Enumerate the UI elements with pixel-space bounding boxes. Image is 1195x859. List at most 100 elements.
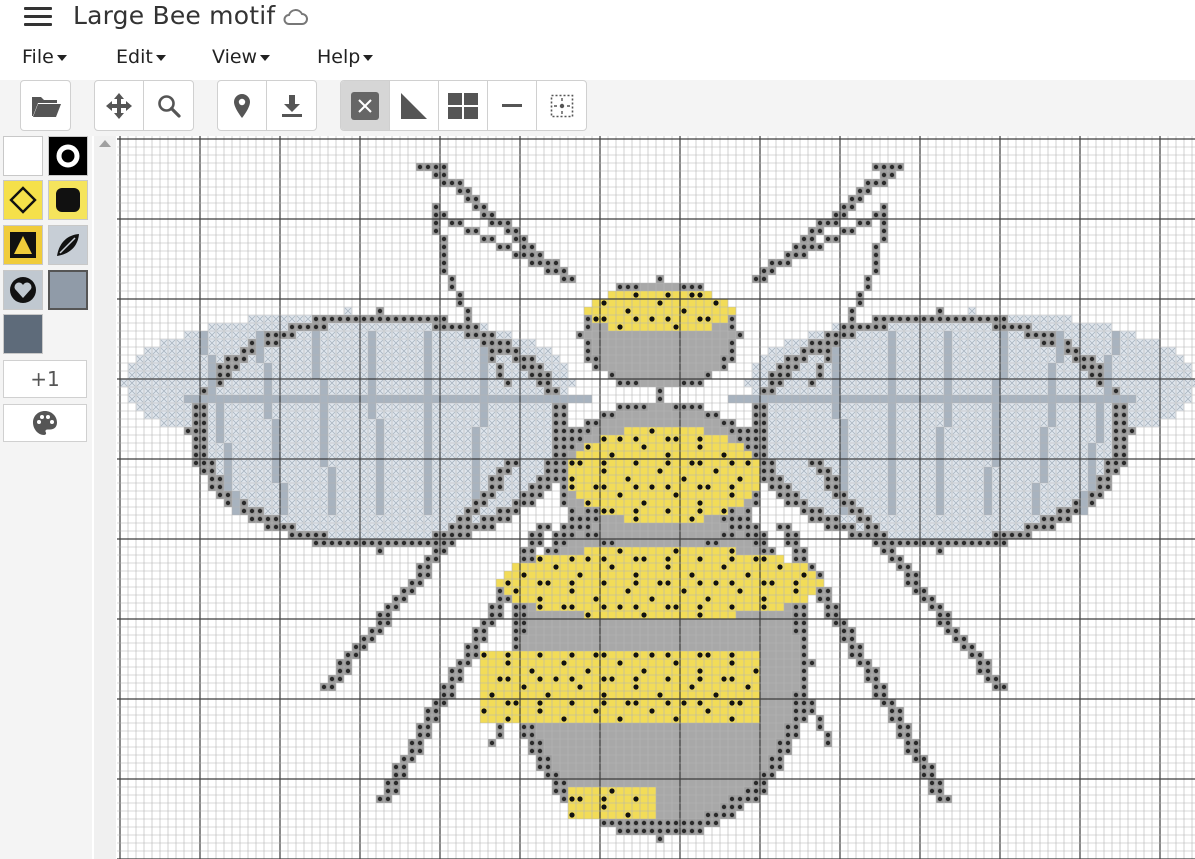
stitch-symbol [569,436,575,442]
stitch-symbol [809,348,815,354]
menu-file[interactable]: File [22,46,67,68]
stitch-symbol [873,260,879,266]
stitch [680,467,688,475]
swatch-yellow-diamond[interactable] [3,180,43,220]
stitch-symbol [721,452,727,458]
download-button[interactable] [267,81,316,130]
stitch-symbol [505,468,511,474]
stitch [648,411,656,419]
stitch [576,475,584,483]
pattern-canvas[interactable] [117,136,1195,859]
stitch [656,475,664,483]
stitch [640,467,648,475]
stitch [672,355,680,363]
heart-icon [10,277,36,303]
stitch [688,411,696,419]
stitch-symbol [561,460,567,466]
colors-button[interactable] [3,404,87,442]
stitch-symbol [785,372,791,378]
stitch-symbol [201,404,207,410]
place-marker-button[interactable] [218,81,267,130]
quarter-stitch-button[interactable] [439,81,488,130]
menu-edit[interactable]: Edit [116,46,166,68]
vertical-scrollbar[interactable] [94,136,116,859]
stitch-symbol [673,404,679,410]
scroll-up-arrow-icon[interactable] [99,140,111,147]
stitch [672,411,680,419]
stitch [664,299,672,307]
stitch-symbol [697,404,703,410]
stitch [672,307,680,315]
stitch [640,427,648,435]
stitch [632,355,640,363]
stitch-symbol [865,188,871,194]
stitch-symbol [481,340,487,346]
stitch-symbol [881,164,887,170]
backstitch-button[interactable] [488,81,537,130]
move-button[interactable] [95,81,144,130]
stitch [728,435,736,443]
stitch [600,419,608,427]
stitch [704,363,712,371]
stitch [608,355,616,363]
stitch-symbol [841,324,847,330]
half-stitch-button[interactable] [390,81,439,130]
stitch [648,379,656,387]
stitch [600,363,608,371]
stitch-symbol [1121,420,1127,426]
swatch-yellow-square[interactable] [48,180,88,220]
french-knot-button[interactable] [537,81,586,130]
add-color-button[interactable]: +1 [3,360,87,398]
stitch-symbol [857,324,863,330]
swatch-black[interactable] [48,136,88,176]
stitch-symbol [329,316,335,322]
stitch-symbol [193,428,199,434]
stitch-symbol [937,308,943,314]
stitch [680,363,688,371]
bee-pattern[interactable] [117,136,1195,859]
stitch [720,347,728,355]
stitch [720,323,728,331]
stitch [592,427,600,435]
hamburger-icon[interactable] [24,7,52,27]
menu-view[interactable]: View [212,46,271,68]
stitch-symbol [569,428,575,434]
stitch-symbol [433,172,439,178]
swatch-slate[interactable] [48,270,88,310]
stitch-symbol [841,212,847,218]
stitch [648,331,656,339]
full-stitch-button[interactable] [341,81,390,130]
stitch [664,323,672,331]
stitch-symbol [665,460,671,466]
stitch [696,331,704,339]
open-file-button[interactable] [21,81,70,130]
stitch [712,451,720,459]
swatch-gold-triangle[interactable] [3,225,43,265]
stitch-symbol [497,220,503,226]
swatch-light-grey-leaf[interactable] [48,225,88,265]
stitch [696,355,704,363]
stitch-symbol [849,204,855,210]
swatch-grey-heart[interactable] [3,270,43,310]
zoom-button[interactable] [144,81,193,130]
swatch-dark-slate[interactable] [3,314,43,354]
document-title[interactable]: Large Bee motif [73,1,275,30]
ring-icon [56,144,80,168]
stitch-symbol [817,364,823,370]
stitch-symbol [585,428,591,434]
stitch-symbol [633,436,639,442]
stitch-symbol [769,460,775,466]
stitch [664,283,672,291]
stitch-symbol [873,324,879,330]
stitch [688,427,696,435]
stitch [696,419,704,427]
stitch-symbol [545,468,551,474]
stitch-symbol [881,172,887,178]
swatch-white[interactable] [3,136,43,176]
stitch-symbol [745,460,751,466]
stitch-symbol [593,420,599,426]
stitch-symbol [833,340,839,346]
stitch-symbol [785,260,791,266]
menu-help[interactable]: Help [317,46,374,68]
stitch-symbol [881,324,887,330]
